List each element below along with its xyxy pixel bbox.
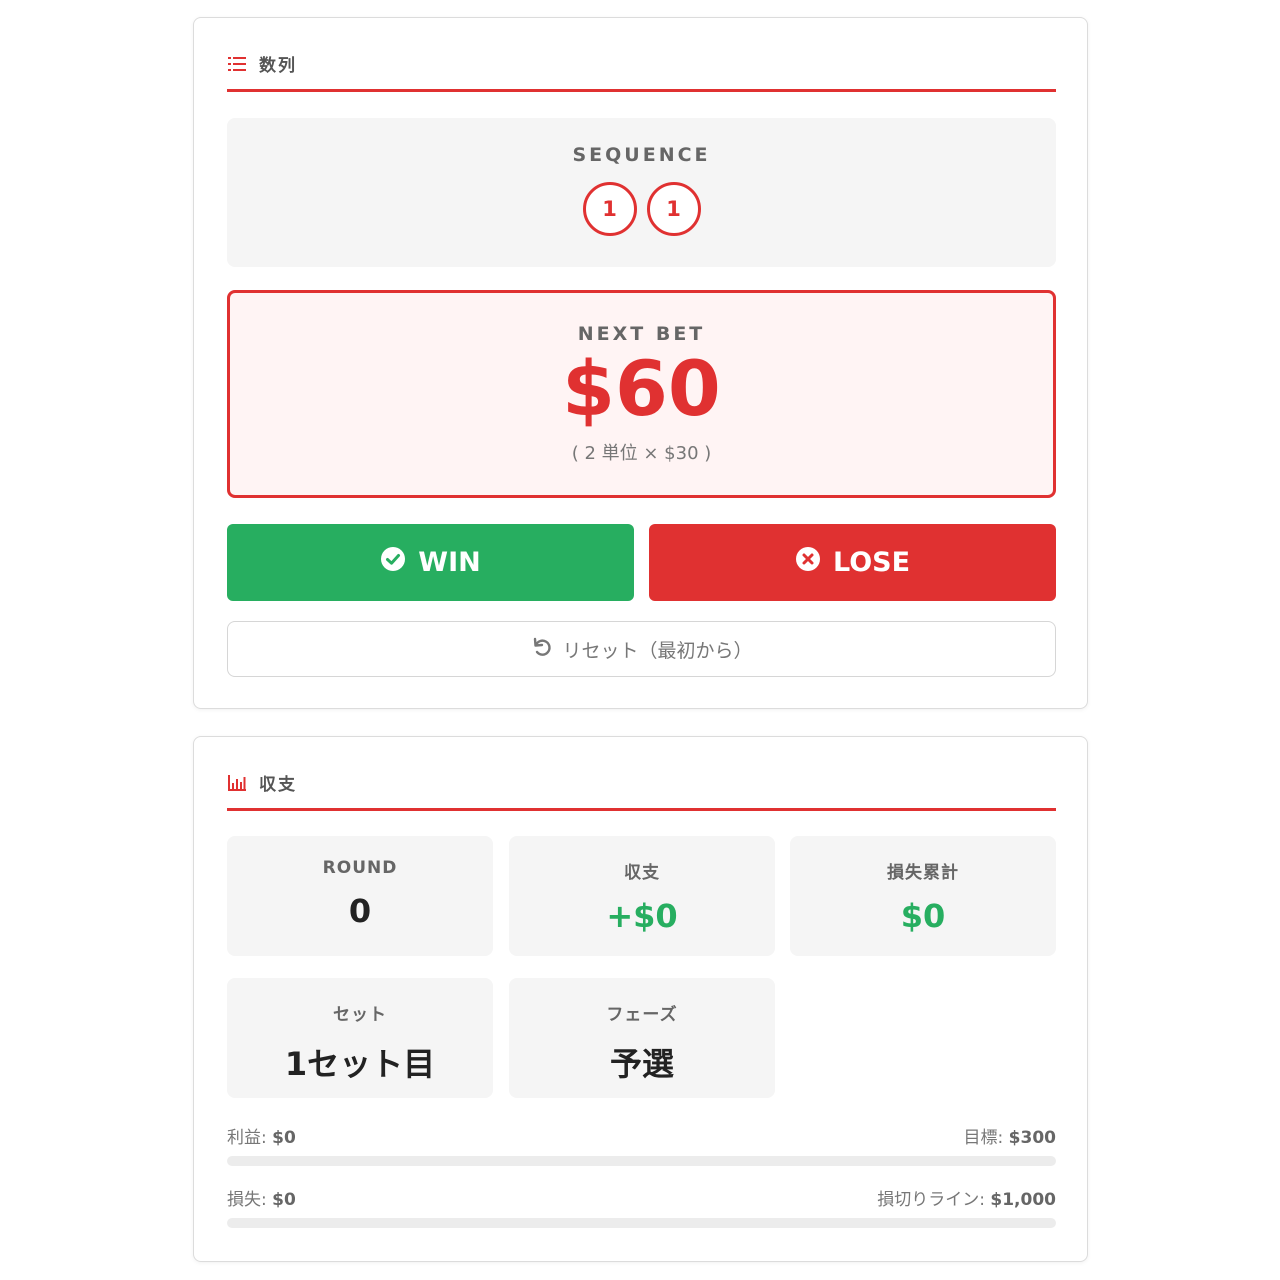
stat-label: 収支 (624, 863, 660, 883)
stat-label: 損失累計 (887, 863, 959, 883)
profit-progress-bar (227, 1156, 1056, 1166)
stat-label: ROUND (322, 858, 398, 878)
reset-label: リセット（最初から） (562, 639, 753, 662)
stat-value: 予選 (609, 1045, 674, 1083)
profit-label: 利益: (227, 1128, 267, 1148)
loss-progress-bar (227, 1218, 1056, 1228)
target-text: 目標: $300 (964, 1123, 1056, 1148)
undo-icon (530, 635, 554, 664)
stat-value: 1セット目 (284, 1045, 436, 1083)
sequence-panel: SEQUENCE 1 1 (227, 118, 1056, 267)
win-label: WIN (418, 547, 481, 578)
stat-value: 0 (348, 892, 372, 930)
stat-phase: フェーズ 予選 (509, 978, 775, 1098)
next-bet-detail: ( 2 単位 × $30 ) (571, 443, 712, 464)
next-bet-panel: NEXT BET $60 ( 2 単位 × $30 ) (227, 290, 1056, 498)
balance-card-header: 収支 (227, 771, 1056, 811)
profit-row: 利益: $0 目標: $300 (227, 1123, 1056, 1148)
stat-value: +$0 (606, 897, 678, 935)
sequence-list: 1 1 (582, 182, 701, 236)
loss-row: 損失: $0 損切りライン: $1,000 (227, 1185, 1056, 1210)
reset-button[interactable]: リセット（最初から） (227, 621, 1056, 677)
sequence-card-header: 数列 (227, 52, 1056, 92)
stat-label: フェーズ (606, 1005, 678, 1025)
sequence-chip: 1 (582, 182, 637, 236)
sequence-chip: 1 (646, 182, 701, 236)
check-circle-icon (380, 546, 406, 579)
stoploss-label: 損切りライン: (877, 1190, 985, 1210)
stat-loss-total: 損失累計 $0 (790, 836, 1056, 956)
next-bet-amount: $60 (562, 344, 721, 433)
stat-value: $0 (900, 897, 946, 935)
stat-label: セット (333, 1005, 387, 1025)
profit-text: 利益: $0 (227, 1123, 296, 1148)
next-bet-label: NEXT BET (577, 323, 706, 345)
target-label: 目標: (963, 1128, 1004, 1148)
list-icon (227, 54, 247, 74)
target-value: $300 (1008, 1128, 1056, 1148)
lose-button[interactable]: LOSE (649, 524, 1056, 601)
loss-text: 損失: $0 (227, 1185, 296, 1210)
sequence-label: SEQUENCE (572, 144, 711, 166)
lose-label: LOSE (832, 547, 911, 578)
loss-value: $0 (272, 1190, 296, 1210)
x-circle-icon (795, 546, 821, 579)
sequence-card: 数列 SEQUENCE 1 1 NEXT BET $60 ( 2 単位 × $3… (193, 17, 1088, 709)
stat-balance: 収支 +$0 (509, 836, 775, 956)
win-button[interactable]: WIN (227, 524, 634, 601)
balance-card: 収支 ROUND 0 収支 +$0 損失累計 $0 セット 1セット目 フェーズ… (193, 736, 1088, 1262)
stat-round: ROUND 0 (227, 836, 493, 956)
card-title: 数列 (259, 56, 297, 76)
bar-chart-icon (227, 773, 247, 793)
profit-value: $0 (272, 1128, 296, 1148)
stoploss-text: 損切りライン: $1,000 (877, 1185, 1056, 1210)
stoploss-value: $1,000 (990, 1190, 1056, 1210)
loss-label: 損失: (227, 1190, 267, 1210)
stat-set: セット 1セット目 (227, 978, 493, 1098)
card-title: 収支 (259, 775, 297, 795)
